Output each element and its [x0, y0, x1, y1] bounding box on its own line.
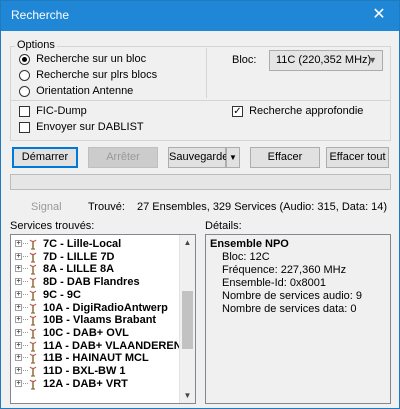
bloc-select-value: 11C (220,352 MHz) [276, 54, 372, 66]
expand-icon[interactable]: + [15, 303, 22, 311]
antenna-icon [28, 365, 38, 377]
scrollbar-thumb[interactable] [182, 291, 193, 349]
vertical-divider [206, 48, 207, 98]
effacer-tout-button[interactable]: Effacer tout [326, 147, 389, 168]
radio-label: Orientation Antenne [36, 85, 134, 98]
list-item-label: 10C - DAB+ OVL [43, 326, 129, 339]
expand-icon[interactable]: + [15, 240, 22, 247]
details-line: Ensemble-Id: 0x8001 [222, 277, 326, 289]
radio-label: Recherche sur plrs blocs [36, 69, 158, 82]
list-item-label: 9C - 9C [43, 288, 81, 301]
expand-icon[interactable]: + [15, 367, 22, 374]
details-panel: Ensemble NPO Bloc: 12C Fréquence: 227,36… [205, 234, 391, 404]
antenna-icon [28, 378, 38, 390]
antenna-icon [28, 352, 38, 364]
fic-dump-checkbox[interactable]: FIC-Dump [19, 105, 87, 117]
close-button[interactable]: ✕ [359, 1, 399, 31]
list-item-label: 12A - DAB+ VRT [43, 377, 128, 390]
vertical-scrollbar[interactable]: ▲ ▼ [179, 235, 195, 403]
details-line: Fréquence: 227,360 MHz [222, 264, 347, 276]
horizontal-divider [11, 100, 390, 101]
details-title: Ensemble NPO [210, 238, 289, 250]
expand-icon[interactable]: + [15, 341, 22, 349]
radio-orientation-antenne[interactable]: Orientation Antenne [19, 85, 133, 97]
list-item-label: 11D - BXL-BW 1 [43, 365, 126, 377]
dablist-checkbox[interactable]: Envoyer sur DABLIST [19, 121, 144, 133]
expand-icon[interactable]: + [15, 290, 22, 298]
scroll-down-icon[interactable]: ▼ [180, 388, 195, 403]
antenna-icon [28, 340, 38, 352]
list-item-label: 10B - Vlaams Brabant [43, 314, 157, 327]
expand-icon[interactable]: + [15, 354, 22, 362]
antenna-icon [28, 263, 38, 275]
radio-multi-blocs[interactable]: Recherche sur plrs blocs [19, 69, 157, 81]
antenna-icon [28, 302, 38, 314]
list-item-label: 8A - LILLE 8A [43, 263, 115, 276]
bloc-label: Bloc: [232, 54, 257, 66]
list-item-label: 7D - LILLE 7D [43, 250, 115, 263]
sauvegarder-button[interactable]: Sauvegarder [168, 147, 232, 168]
recherche-approfondie-checkbox[interactable]: ✓ Recherche approfondie [232, 105, 363, 117]
expand-icon[interactable]: + [15, 265, 22, 273]
antenna-icon [28, 238, 38, 250]
checkbox-label: Recherche approfondie [249, 105, 364, 118]
chevron-down-icon: ▼ [229, 153, 237, 162]
checkbox[interactable] [19, 121, 30, 133]
effacer-button[interactable]: Effacer [250, 147, 320, 168]
services-tree[interactable]: +12A - DAB+ VRT +11D - BXL-BW 1 +11B - HAI… [10, 234, 196, 404]
list-item-label: 8D - DAB Flandres [43, 276, 140, 289]
details-label: Détails: [205, 220, 242, 232]
demarrer-button[interactable]: Démarrer [12, 147, 78, 168]
signal-progress-bar [10, 174, 391, 190]
antenna-icon [28, 289, 38, 301]
checkbox[interactable] [19, 105, 30, 117]
list-item-label: 11B - HAINAUT MCL [43, 352, 149, 365]
details-line: Bloc: 12C [222, 251, 270, 263]
antenna-icon [28, 276, 38, 288]
services-label: Services trouvés: [10, 220, 95, 232]
window-title: Recherche [11, 8, 70, 22]
list-item-label: 7C - Lille-Local [43, 238, 122, 250]
antenna-icon [28, 314, 38, 326]
chevron-down-icon: ▼ [368, 55, 377, 65]
radio-button[interactable] [19, 53, 30, 65]
checkbox-label: FIC-Dump [36, 105, 87, 118]
found-label: Trouvé: [88, 201, 125, 213]
found-value: 27 Ensembles, 329 Services (Audio: 315, … [137, 201, 388, 213]
signal-label: Signal [31, 201, 62, 213]
expand-icon[interactable]: + [15, 278, 22, 286]
checkbox-checked[interactable]: ✓ [232, 105, 243, 117]
list-item-label: 11A - DAB+ VLAANDEREN1 [43, 339, 188, 352]
options-group-label: Options [15, 39, 57, 51]
radio-single-bloc[interactable]: Recherche sur un bloc [19, 53, 146, 65]
antenna-icon [28, 251, 38, 263]
checkbox-label: Envoyer sur DABLIST [36, 121, 144, 134]
antenna-icon [28, 327, 38, 339]
expand-icon[interactable]: + [15, 252, 22, 260]
expand-icon[interactable]: + [15, 316, 22, 324]
arreter-button[interactable]: Arrêter [88, 147, 158, 168]
title-bar: Recherche ✕ [1, 1, 399, 31]
expand-icon[interactable]: + [15, 328, 22, 336]
sauvegarder-dropdown-button[interactable]: ▼ [226, 147, 240, 168]
details-line: Nombre de services audio: 9 [222, 290, 363, 302]
radio-label: Recherche sur un bloc [36, 53, 147, 66]
radio-button[interactable] [19, 85, 30, 97]
scroll-up-icon[interactable]: ▲ [180, 235, 195, 250]
details-line: Nombre de services data: 0 [222, 303, 357, 315]
search-dialog: Recherche ✕ Options Recherche sur un blo… [0, 0, 400, 409]
list-item-label: 10A - DigiRadioAntwerp [43, 301, 168, 314]
radio-button[interactable] [19, 69, 30, 81]
bloc-select[interactable]: 11C (220,352 MHz) ▼ [269, 50, 383, 71]
expand-icon[interactable]: + [15, 379, 22, 387]
